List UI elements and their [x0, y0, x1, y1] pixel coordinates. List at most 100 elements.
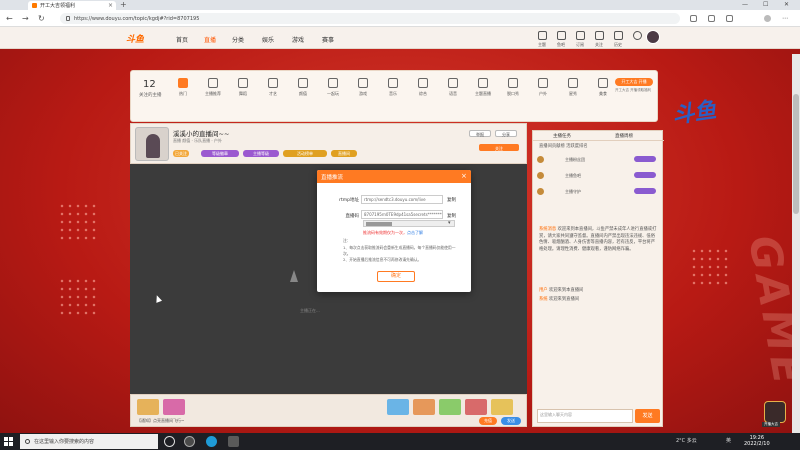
- new-tab-button[interactable]: +: [120, 0, 127, 9]
- subscribe-icon[interactable]: [576, 31, 585, 40]
- lang-indicator[interactable]: 英: [726, 437, 731, 444]
- streamer-avatar[interactable]: [135, 127, 169, 161]
- task-view-icon[interactable]: [164, 436, 175, 447]
- badge-followed[interactable]: 已关注: [173, 150, 189, 157]
- taskbar-search[interactable]: 在这里输入你要搜索的内容: [20, 434, 158, 449]
- category-item[interactable]: 美食: [589, 78, 617, 97]
- tab-weekly-rank[interactable]: 直播周榜: [615, 133, 633, 139]
- extensions-icon[interactable]: [690, 15, 697, 22]
- chat-nick[interactable]: 系统消息: [539, 227, 556, 232]
- category-item[interactable]: 游戏: [349, 78, 377, 97]
- chat-input-hint[interactable]: 【通知】点亮直播间飞行~: [137, 418, 184, 424]
- chat-nick[interactable]: 系统: [539, 297, 548, 302]
- badge-room[interactable]: 直播间: [331, 150, 357, 157]
- gift-item[interactable]: [387, 399, 409, 415]
- gift-item[interactable]: [137, 399, 159, 415]
- confirm-button[interactable]: 确定: [377, 271, 415, 282]
- more-menu-icon[interactable]: ⋯: [782, 15, 789, 22]
- category-item[interactable]: 颜值: [289, 78, 317, 97]
- category-item[interactable]: 户外: [529, 78, 557, 97]
- learn-more-link[interactable]: 点击了解: [407, 230, 423, 235]
- minimize-button[interactable]: —: [742, 1, 748, 8]
- obs-icon[interactable]: [184, 436, 195, 447]
- select-progress: [366, 222, 392, 226]
- tab-close-icon[interactable]: ×: [108, 2, 113, 9]
- category-icon: [478, 78, 488, 88]
- nav-entertainment[interactable]: 娱乐: [262, 35, 274, 44]
- category-item[interactable]: 热门: [169, 78, 197, 97]
- forum-icon[interactable]: [557, 31, 566, 40]
- category-item[interactable]: 主播推荐: [199, 78, 227, 97]
- history-icon[interactable]: [614, 31, 623, 40]
- badge-activity[interactable]: 活动榜单: [283, 150, 327, 157]
- badge-level[interactable]: 等级徽章: [201, 150, 239, 157]
- url-field[interactable]: https://www.douyu.com/topic/kgdj#?rid=87…: [60, 13, 680, 24]
- category-item[interactable]: 综合: [409, 78, 437, 97]
- category-item[interactable]: 才艺: [259, 78, 287, 97]
- profile-icon[interactable]: [764, 15, 771, 22]
- nav-home[interactable]: 首页: [176, 35, 188, 44]
- nav-esports[interactable]: 赛事: [322, 35, 334, 44]
- gift-item[interactable]: [465, 399, 487, 415]
- browser-tab[interactable]: 开工大吉领福利 ×: [28, 1, 116, 10]
- gift-item[interactable]: [439, 399, 461, 415]
- scrollbar-thumb[interactable]: [793, 94, 799, 214]
- follow-button[interactable]: 关注: [479, 144, 519, 151]
- mascot-badge[interactable]: [764, 401, 786, 423]
- gift-item[interactable]: [413, 399, 435, 415]
- download-icon[interactable]: [633, 31, 642, 40]
- chat-input[interactable]: 这里输入聊天内容: [537, 409, 633, 423]
- category-item[interactable]: 脱口秀: [499, 78, 527, 97]
- rank-badge: [634, 188, 656, 194]
- close-window-button[interactable]: ✕: [784, 1, 789, 8]
- category-item[interactable]: 一起玩: [319, 78, 347, 97]
- rank-row[interactable]: 主播粉丝团: [537, 155, 660, 165]
- charge-button[interactable]: 充值: [479, 417, 497, 425]
- category-item[interactable]: 语音: [439, 78, 467, 97]
- lock-icon: [66, 16, 70, 21]
- gift-send-button[interactable]: 发送: [501, 417, 521, 425]
- key-select[interactable]: ▾: [363, 220, 455, 227]
- chat-send-button[interactable]: 发送: [635, 409, 660, 423]
- report-button[interactable]: 举报: [469, 130, 491, 137]
- windows-start-icon[interactable]: [4, 437, 13, 446]
- nav-category[interactable]: 分类: [232, 35, 244, 44]
- gift-item[interactable]: [491, 399, 513, 415]
- copy-key-button[interactable]: 复制: [447, 213, 456, 219]
- key-field[interactable]: 8707195rn0TE9dp41sa5secrets********: [361, 210, 443, 219]
- gift-item[interactable]: [163, 399, 185, 415]
- back-icon[interactable]: ←: [6, 14, 13, 23]
- collections-icon[interactable]: [726, 15, 733, 22]
- copy-rtmp-button[interactable]: 复制: [447, 197, 456, 203]
- weather-text[interactable]: 2°C 多云: [676, 437, 697, 444]
- category-item[interactable]: 主题直播: [469, 78, 497, 97]
- page-scrollbar[interactable]: [792, 54, 800, 433]
- clock[interactable]: 19:26 2022/2/10: [744, 435, 770, 447]
- category-icon: [418, 78, 428, 88]
- tab-host-tasks[interactable]: 主播任务: [553, 133, 571, 139]
- follow-icon[interactable]: [595, 31, 604, 40]
- reload-icon[interactable]: ↻: [38, 14, 45, 23]
- share-button[interactable]: 分享: [495, 130, 517, 137]
- dialog-close-icon[interactable]: ×: [461, 172, 467, 180]
- rank-row[interactable]: 主播鱼吧: [537, 171, 660, 181]
- site-logo[interactable]: 斗鱼: [126, 32, 144, 45]
- edge-icon[interactable]: [206, 436, 217, 447]
- chat-nick[interactable]: 用户: [539, 288, 548, 293]
- start-live-button[interactable]: 开工大吉 开播: [615, 78, 653, 86]
- category-item[interactable]: 舞蹈: [229, 78, 257, 97]
- favorites-star-icon[interactable]: [708, 15, 715, 22]
- forward-icon[interactable]: →: [22, 14, 29, 23]
- nav-games[interactable]: 游戏: [292, 35, 304, 44]
- nav-live[interactable]: 直播: [204, 35, 216, 44]
- rtmp-field[interactable]: rtmp://sendtc3.douyu.com/live: [361, 195, 443, 204]
- badge-host-level[interactable]: 主播等级: [243, 150, 279, 157]
- maximize-button[interactable]: ☐: [763, 1, 768, 8]
- user-avatar[interactable]: [646, 30, 660, 44]
- category-item[interactable]: 音乐: [379, 78, 407, 97]
- theme-icon[interactable]: [538, 31, 547, 40]
- app-icon[interactable]: [228, 436, 239, 447]
- category-item[interactable]: 星秀: [559, 78, 587, 97]
- rank-row[interactable]: 主播守护: [537, 187, 660, 197]
- follow-count[interactable]: 12: [143, 79, 156, 90]
